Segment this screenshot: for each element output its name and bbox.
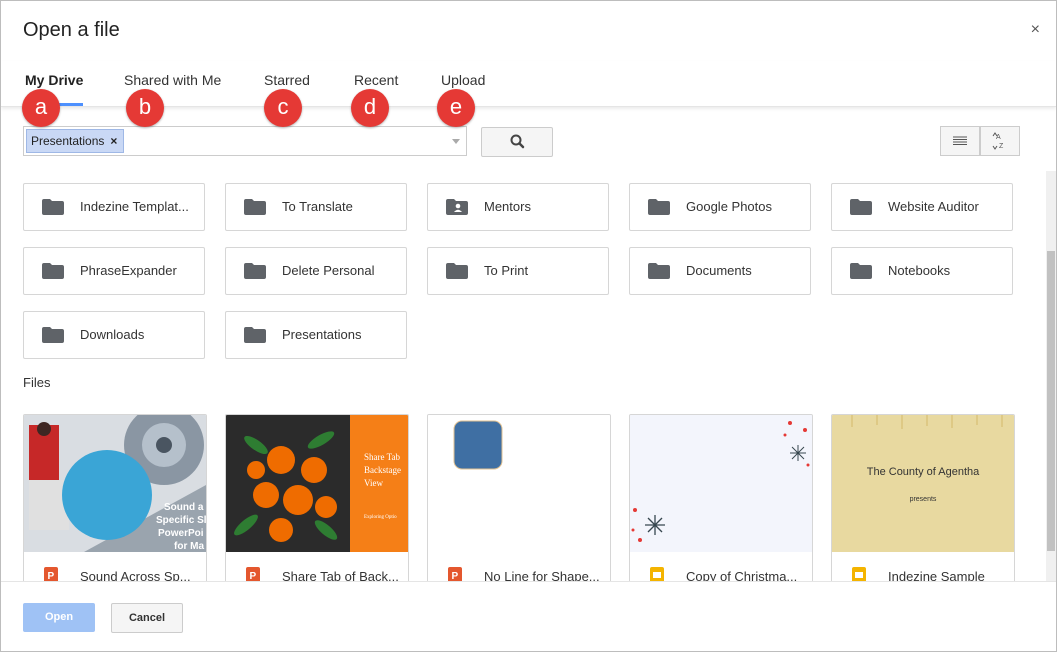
thumb-text: The County of Agentha (867, 466, 980, 478)
thumb-text: presents (910, 496, 937, 503)
folder-item[interactable]: Delete Personal (225, 247, 407, 295)
folder-name: Website Auditor (888, 199, 979, 214)
folder-icon (42, 199, 64, 215)
thumb-text: View (364, 478, 383, 488)
filter-chip: Presentations × (26, 129, 125, 153)
file-thumbnail: Share Tab Backstage View Exploring Optio (226, 415, 408, 552)
folder-name: Downloads (80, 327, 145, 342)
folder-name: To Translate (282, 199, 353, 214)
file-card[interactable]: The County of Agentha presents Indezine … (831, 414, 1015, 586)
file-card[interactable]: Share Tab Backstage View Exploring Optio… (225, 414, 409, 586)
thumb-text: Exploring Optio (364, 515, 397, 520)
chevron-down-icon[interactable] (452, 139, 460, 144)
folder-icon (850, 199, 872, 215)
svg-text:Z: Z (999, 143, 1004, 150)
folder-name: Presentations (282, 327, 362, 342)
file-card[interactable]: Sound a Specific Sli PowerPoi for Ma P S… (23, 414, 207, 586)
folder-item[interactable]: To Print (427, 247, 609, 295)
folder-name: Mentors (484, 199, 531, 214)
folder-name: PhraseExpander (80, 263, 177, 278)
callout-badge-e: e (437, 89, 475, 127)
thumb-text: Specific Sli (156, 515, 206, 526)
folder-icon (42, 263, 64, 279)
scrollbar[interactable] (1046, 171, 1056, 581)
search-icon (510, 134, 525, 149)
folder-icon (244, 199, 266, 215)
dialog-footer: Open Cancel (1, 581, 1056, 651)
folder-name: Delete Personal (282, 263, 375, 278)
dialog-title: Open a file (23, 19, 120, 41)
search-button[interactable] (481, 127, 553, 157)
folder-icon (648, 199, 670, 215)
tab-shared-with-me[interactable]: Shared with Me (124, 72, 221, 88)
sort-az-icon: A Z (992, 132, 1004, 150)
folder-name: Notebooks (888, 263, 951, 278)
file-card[interactable]: P No Line for Shape... (427, 414, 611, 586)
folder-item[interactable]: Indezine Templat... (23, 183, 205, 231)
callout-badge-c: c (264, 89, 302, 127)
tab-starred[interactable]: Starred (264, 72, 310, 88)
cancel-button[interactable]: Cancel (111, 603, 183, 633)
folder-icon (244, 263, 266, 279)
thumb-text: for Ma (174, 541, 204, 552)
tab-recent[interactable]: Recent (354, 72, 398, 88)
list-view-button[interactable] (940, 126, 980, 156)
search-input[interactable]: Presentations × (23, 126, 467, 156)
folder-icon (446, 263, 468, 279)
scrollbar-thumb[interactable] (1047, 251, 1055, 551)
shared-folder-icon (446, 199, 468, 215)
callout-badge-a: a (22, 89, 60, 127)
thumb-text: Share Tab (364, 452, 400, 462)
file-thumbnail (428, 415, 610, 552)
folder-item[interactable]: Mentors (427, 183, 609, 231)
callout-badge-b: b (126, 89, 164, 127)
folder-icon (42, 327, 64, 343)
open-button[interactable]: Open (23, 603, 95, 632)
file-thumbnail: The County of Agentha presents (832, 415, 1014, 552)
filter-chip-label: Presentations (31, 134, 105, 148)
callout-badge-d: d (351, 89, 389, 127)
folder-item[interactable]: Downloads (23, 311, 205, 359)
thumb-text: Backstage (364, 465, 401, 475)
folder-icon (244, 327, 266, 343)
folder-item[interactable]: To Translate (225, 183, 407, 231)
close-icon[interactable]: × (1031, 21, 1040, 39)
folder-item[interactable]: Documents (629, 247, 811, 295)
tab-upload[interactable]: Upload (441, 72, 485, 88)
folder-name: Indezine Templat... (80, 199, 189, 214)
folder-name: Google Photos (686, 199, 773, 214)
folder-item[interactable]: Google Photos (629, 183, 811, 231)
folder-name: To Print (484, 263, 529, 278)
folder-item[interactable]: Notebooks (831, 247, 1013, 295)
files-section-label: Files (23, 375, 51, 390)
folder-icon (648, 263, 670, 279)
file-thumbnail: Sound a Specific Sli PowerPoi for Ma (24, 415, 206, 552)
thumb-text: PowerPoi (158, 528, 204, 539)
folder-item[interactable]: PhraseExpander (23, 247, 205, 295)
folder-item[interactable]: Website Auditor (831, 183, 1013, 231)
chip-remove-icon[interactable]: × (110, 134, 117, 148)
sort-button[interactable]: A Z (980, 126, 1020, 156)
folder-icon (850, 263, 872, 279)
file-card[interactable]: Copy of Christma... (629, 414, 813, 586)
thumb-text: Sound a (164, 502, 204, 513)
folder-name: Documents (686, 263, 752, 278)
folder-item[interactable]: Presentations (225, 311, 407, 359)
tab-my-drive[interactable]: My Drive (25, 72, 83, 88)
list-view-icon (953, 136, 967, 145)
file-thumbnail (630, 415, 812, 552)
